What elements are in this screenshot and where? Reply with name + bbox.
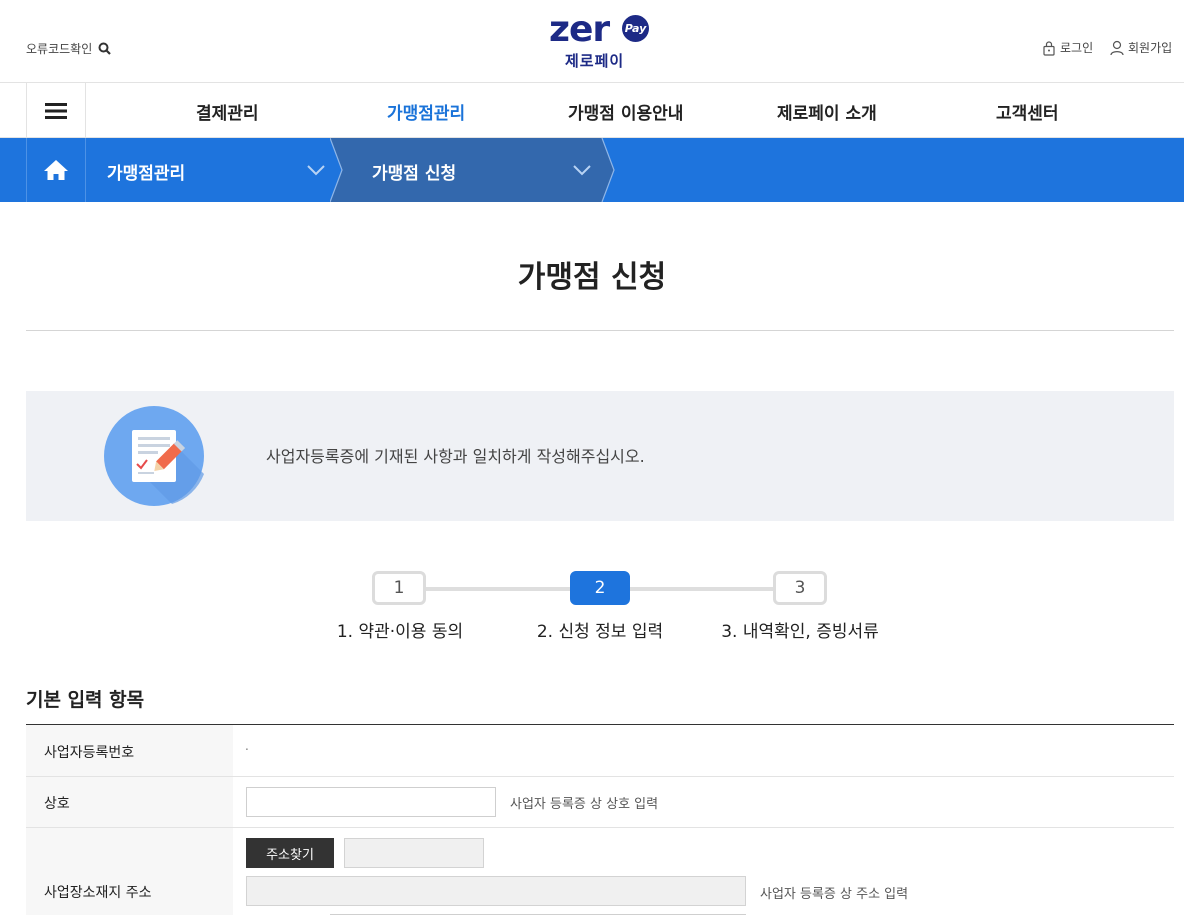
logo-subtitle: 제로페이 — [565, 52, 625, 70]
main-navigation: 결제관리 가맹점관리 가맹점 이용안내 제로페이 소개 고객센터 — [0, 83, 1184, 138]
bizno-value: . — [245, 739, 249, 753]
notice-text: 사업자등록증에 기재된 사항과 일치하게 작성해주십시오. — [266, 447, 645, 466]
name-label: 상호 — [44, 796, 70, 812]
home-button[interactable] — [26, 138, 86, 202]
gnb-item-guide[interactable]: 가맹점 이용안내 — [568, 99, 683, 124]
gnb-item-payment[interactable]: 결제관리 — [196, 99, 259, 124]
notice-box: 사업자등록증에 기재된 사항과 일치하게 작성해주십시오. — [26, 391, 1174, 521]
form-row-name: 상호 사업자 등록증 상 상호 입력 — [26, 777, 1174, 828]
address-input[interactable] — [246, 876, 746, 906]
join-label: 회원가입 — [1128, 41, 1173, 55]
login-link[interactable]: 로그인 — [1042, 39, 1093, 56]
step-connector — [630, 587, 774, 591]
business-name-input[interactable] — [246, 787, 496, 817]
search-icon — [98, 42, 112, 55]
hamburger-icon — [45, 102, 67, 119]
home-icon — [44, 160, 68, 180]
step-3-label: 3. 내역확인, 증빙서류 — [721, 622, 879, 642]
step-2-label: 2. 신청 정보 입력 — [536, 622, 664, 642]
location-depth2[interactable]: 가맹점 신청 — [338, 138, 614, 202]
postcode-input[interactable] — [344, 838, 484, 868]
location-depth1[interactable]: 가맹점관리 — [86, 138, 338, 202]
bizno-label: 사업자등록번호 — [44, 745, 135, 761]
logo-wordmark: zer — [549, 9, 610, 50]
step-1-label: 1. 약관·이용 동의 — [336, 622, 464, 642]
form-row-bizno: 사업자등록번호 . — [26, 725, 1174, 777]
error-code-label: 오류코드확인 — [26, 42, 93, 56]
step-2-box: 2 — [570, 571, 630, 605]
gnb-item-about[interactable]: 제로페이 소개 — [777, 99, 877, 124]
chevron-down-icon — [307, 165, 325, 176]
error-code-link[interactable]: 오류코드확인 — [26, 40, 112, 57]
top-header: 오류코드확인 zer Pay 제로페이 로그인 회원가입 — [0, 0, 1184, 83]
basic-info-form: 사업자등록번호 . 상호 사업자 등록증 상 상호 입력 사업장소재지 주소 주… — [26, 724, 1174, 915]
step-connector — [426, 587, 570, 591]
zeropay-logo[interactable]: zer Pay 제로페이 — [549, 12, 653, 74]
address-label: 사업장소재지 주소 — [44, 885, 152, 901]
lock-icon — [1043, 40, 1055, 56]
document-pencil-icon — [104, 406, 204, 506]
form-row-address: 사업장소재지 주소 주소찾기 사업자 등록증 상 주소 입력 — [26, 828, 1174, 915]
step-1-box: 1 — [372, 571, 426, 605]
gnb-item-support[interactable]: 고객센터 — [996, 99, 1059, 124]
step-indicator: 1 2 3 1. 약관·이용 동의 2. 신청 정보 입력 3. 내역확인, 증… — [0, 568, 1184, 648]
location-depth1-label: 가맹점관리 — [107, 164, 186, 184]
gnb-item-merchant[interactable]: 가맹점관리 — [387, 99, 465, 124]
all-menu-button[interactable] — [26, 83, 86, 138]
address-search-button[interactable]: 주소찾기 — [246, 838, 334, 868]
page-title: 가맹점 신청 — [517, 260, 667, 295]
chevron-down-icon — [573, 165, 591, 176]
join-link[interactable]: 회원가입 — [1110, 39, 1172, 56]
location-depth2-label: 가맹점 신청 — [372, 164, 457, 184]
logo-pay-badge: Pay — [622, 15, 649, 42]
title-divider — [26, 330, 1174, 331]
location-bar: 가맹점관리 가맹점 신청 — [0, 138, 1184, 202]
address-hint: 사업자 등록증 상 주소 입력 — [760, 887, 909, 902]
business-name-hint: 사업자 등록증 상 상호 입력 — [510, 797, 659, 812]
section-title: 기본 입력 항목 — [26, 689, 145, 711]
user-icon — [1110, 40, 1124, 55]
login-label: 로그인 — [1060, 41, 1094, 55]
step-3-box: 3 — [773, 571, 827, 605]
